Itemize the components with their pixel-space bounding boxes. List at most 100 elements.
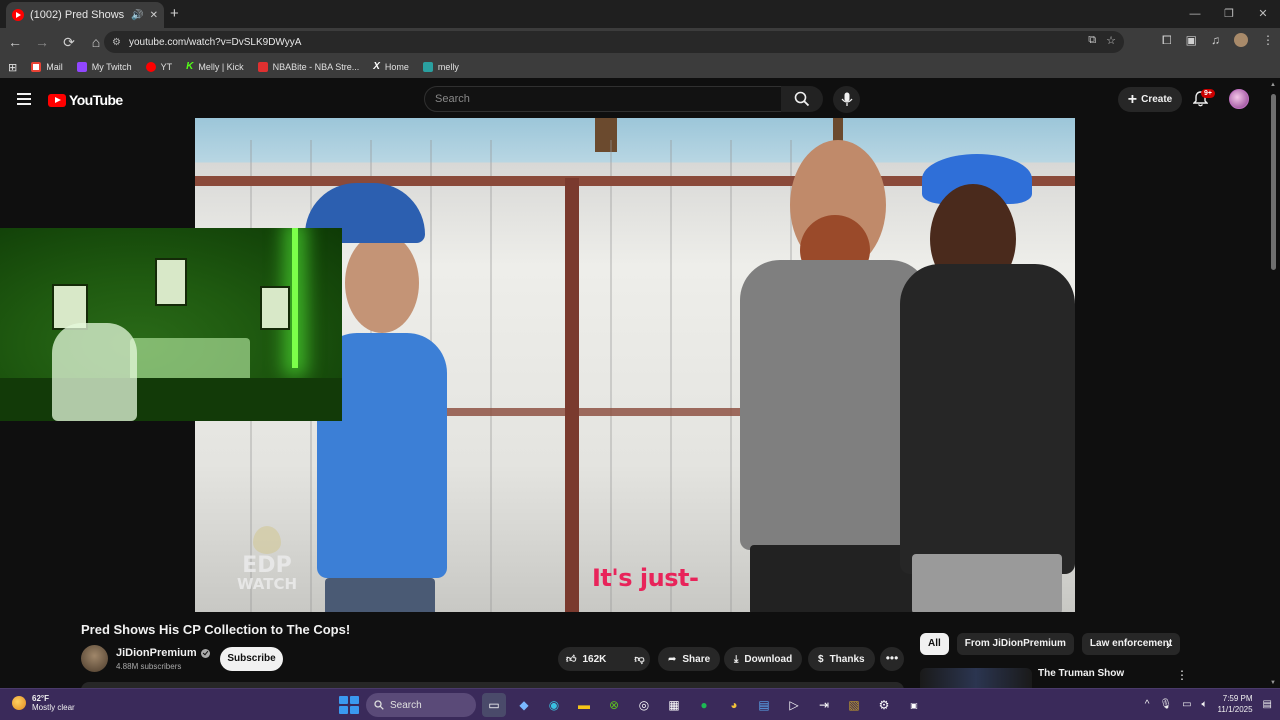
melly-icon bbox=[422, 62, 433, 72]
obs-icon[interactable]: ◎ bbox=[632, 693, 656, 717]
desk-with-plushies bbox=[130, 338, 250, 383]
microphone-icon[interactable]: 🎙︎ bbox=[1159, 699, 1172, 710]
edge-icon[interactable]: ◉ bbox=[542, 693, 566, 717]
led-light-strip bbox=[292, 228, 298, 368]
bookmark-yt[interactable]: YT bbox=[145, 62, 172, 72]
watermark-drop-icon bbox=[253, 526, 281, 554]
bookmark-star-icon[interactable]: ☆ bbox=[1106, 34, 1116, 47]
photos-icon[interactable]: ▤ bbox=[752, 693, 776, 717]
edp-watch-watermark: EDP WATCH bbox=[231, 526, 303, 592]
tab-search-icon[interactable]: ▣ bbox=[1186, 33, 1197, 48]
url-text: youtube.com/watch?v=DvSLK9DWyyA bbox=[128, 36, 302, 48]
new-tab-button[interactable]: + bbox=[170, 5, 179, 22]
dislike-button[interactable]: 👎︎ bbox=[626, 647, 652, 671]
bookmarks-bar: ⊞ Mail My Twitch YT K Melly | Kick NBABit… bbox=[0, 56, 1280, 78]
fence-post bbox=[565, 178, 579, 612]
task-view-icon[interactable]: ▭ bbox=[482, 693, 506, 717]
spotify-icon[interactable]: ● bbox=[692, 693, 716, 717]
browser-menu-icon[interactable]: ⋮ bbox=[1262, 33, 1274, 48]
profile-avatar-icon[interactable] bbox=[1234, 33, 1248, 47]
channel-avatar[interactable] bbox=[81, 645, 108, 672]
clock[interactable]: 7:59 PM 11/1/2025 bbox=[1218, 693, 1253, 715]
youtube-logo[interactable]: YouTube bbox=[48, 92, 123, 108]
bookmark-twitch[interactable]: My Twitch bbox=[76, 62, 132, 72]
windows-start-icon[interactable] bbox=[336, 693, 360, 717]
bookmark-melly[interactable]: melly bbox=[422, 62, 459, 72]
tab-title: (1002) Pred Shows His CP C bbox=[30, 9, 125, 21]
minimize-button[interactable]: — bbox=[1178, 0, 1212, 28]
page-scrollbar[interactable]: ▲ ▼ bbox=[1270, 82, 1276, 688]
recommendation-title[interactable]: The Truman Show bbox=[1038, 668, 1124, 679]
notification-count-badge: 9+ bbox=[1201, 89, 1215, 98]
store-icon[interactable]: ▦ bbox=[662, 693, 686, 717]
gaming-chair bbox=[52, 323, 137, 421]
taskbar-search[interactable]: Search bbox=[366, 693, 476, 717]
account-avatar[interactable] bbox=[1229, 89, 1249, 109]
weather-widget[interactable]: 62°F Mostly clear bbox=[12, 694, 75, 712]
verified-badge-icon bbox=[200, 648, 210, 658]
channel-name[interactable]: JiDionPremium bbox=[116, 647, 210, 659]
chrome-icon[interactable]: ◕ bbox=[722, 693, 746, 717]
bookmark-nbabite[interactable]: NBABite - NBA Stre... bbox=[257, 62, 359, 72]
search-input[interactable]: Search bbox=[424, 86, 782, 112]
network-icon[interactable]: ▭ bbox=[1182, 699, 1191, 710]
app-icon[interactable]: ▧ bbox=[842, 693, 866, 717]
media-player-icon[interactable]: ▷ bbox=[782, 693, 806, 717]
utility-pole bbox=[595, 118, 617, 152]
create-button[interactable]: + Create bbox=[1118, 87, 1182, 112]
taskbar-apps: Search ▭ ◆ ◉ ▬ ⊗ ◎ ▦ ● ◕ ▤ ▷ ⇥ ▧ ⚙ ▣ bbox=[336, 693, 926, 717]
speaker-icon[interactable]: 🔊 bbox=[131, 10, 143, 21]
notification-center-icon[interactable]: ▤ bbox=[1263, 699, 1272, 710]
reload-button[interactable]: ⟳ bbox=[57, 34, 81, 51]
scroll-down-arrow-icon[interactable]: ▼ bbox=[1270, 680, 1276, 686]
more-actions-button[interactable]: ••• bbox=[880, 647, 904, 671]
webcam-overlay bbox=[0, 228, 342, 421]
chip-from-channel[interactable]: From JiDionPremium bbox=[956, 633, 1074, 655]
scrollbar-thumb[interactable] bbox=[1271, 94, 1276, 270]
subscribe-button[interactable]: Subscribe bbox=[220, 647, 283, 671]
download-button[interactable]: ⤓ Download bbox=[724, 647, 803, 671]
voice-search-button[interactable] bbox=[833, 86, 860, 113]
recommendation-chips: All From JiDionPremium Law enforcement bbox=[920, 633, 1181, 655]
app-icon[interactable]: ⇥ bbox=[812, 693, 836, 717]
chip-all[interactable]: All bbox=[920, 633, 949, 655]
hamburger-menu-icon[interactable] bbox=[17, 93, 31, 105]
video-title: Pred Shows His CP Collection to The Cops… bbox=[81, 622, 351, 637]
search-icon bbox=[374, 700, 384, 710]
extensions-icon[interactable]: ⧠ bbox=[1162, 33, 1172, 48]
nbabite-icon bbox=[257, 62, 268, 72]
browser-tab-youtube[interactable]: (1002) Pred Shows His CP C 🔊 ✕ bbox=[6, 2, 164, 28]
share-button[interactable]: ➦ Share bbox=[658, 647, 721, 671]
back-button[interactable]: ← bbox=[3, 34, 27, 50]
xbox-icon[interactable]: ⊗ bbox=[602, 693, 626, 717]
recommendation-thumbnail[interactable] bbox=[920, 668, 1032, 690]
bookmark-home[interactable]: X Home bbox=[373, 62, 409, 73]
maximize-button[interactable]: ❐ bbox=[1212, 0, 1246, 28]
apps-grid-icon[interactable]: ⊞ bbox=[8, 61, 17, 74]
thanks-button[interactable]: $ Thanks bbox=[808, 647, 875, 671]
site-info-icon[interactable]: ⚙ bbox=[112, 37, 121, 48]
tray-chevron-up-icon[interactable]: ^ bbox=[1145, 699, 1150, 710]
like-button[interactable]: 👍︎ 162K bbox=[558, 647, 614, 671]
bookmark-mail[interactable]: Mail bbox=[31, 62, 63, 72]
bookmark-kick[interactable]: K Melly | Kick bbox=[186, 62, 244, 73]
search-button[interactable] bbox=[781, 86, 823, 112]
settings-gear-icon[interactable]: ⚙ bbox=[872, 693, 896, 717]
recommendation-menu-icon[interactable]: ⋮ bbox=[1176, 668, 1188, 682]
epic-games-icon[interactable]: ▣ bbox=[902, 693, 926, 717]
chevron-right-icon[interactable]: › bbox=[1166, 636, 1171, 652]
install-app-icon[interactable]: ⧉ bbox=[1088, 34, 1096, 47]
copilot-icon[interactable]: ◆ bbox=[512, 693, 536, 717]
forward-button[interactable]: → bbox=[30, 34, 54, 50]
wall-poster bbox=[155, 258, 187, 306]
close-window-button[interactable]: ✕ bbox=[1246, 0, 1280, 28]
volume-icon[interactable]: 🔈︎ bbox=[1202, 699, 1208, 710]
scroll-up-arrow-icon[interactable]: ▲ bbox=[1270, 82, 1276, 88]
address-bar[interactable]: ⚙ youtube.com/watch?v=DvSLK9DWyyA ⧉ ☆ bbox=[104, 31, 1124, 53]
media-control-icon[interactable]: ♫ bbox=[1211, 33, 1220, 48]
windows-taskbar: 62°F Mostly clear Search ▭ ◆ ◉ ▬ ⊗ ◎ ▦ ●… bbox=[0, 688, 1280, 720]
browser-tab-strip: (1002) Pred Shows His CP C 🔊 ✕ + — ❐ ✕ bbox=[0, 0, 1280, 28]
wall-poster bbox=[260, 286, 290, 330]
tab-close-icon[interactable]: ✕ bbox=[150, 10, 158, 21]
file-explorer-icon[interactable]: ▬ bbox=[572, 693, 596, 717]
